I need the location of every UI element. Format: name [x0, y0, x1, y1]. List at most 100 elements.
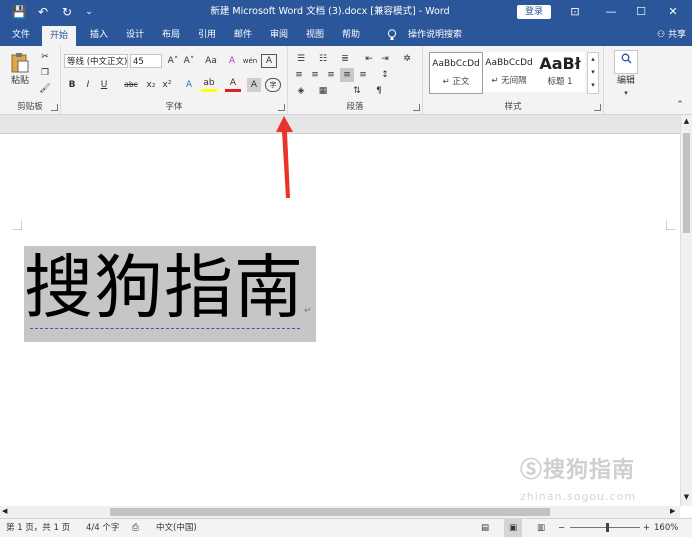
web-layout-icon[interactable]: ▥ [534, 519, 548, 537]
chinese-layout-icon[interactable]: ✲ [398, 52, 416, 66]
minimize-button[interactable]: — [596, 0, 626, 24]
status-word-count[interactable]: 4/4 个字 [86, 519, 119, 537]
scroll-up-icon[interactable]: ▲ [682, 117, 691, 125]
line-spacing-icon[interactable]: ↕ [376, 68, 394, 82]
numbering-icon[interactable]: ☷ [314, 52, 332, 66]
tell-me-search[interactable]: 操作说明搜索 [402, 24, 468, 46]
change-case-icon[interactable]: Aa [201, 54, 221, 68]
horizontal-scroll-thumb[interactable] [110, 508, 550, 516]
tab-view[interactable]: 视图 [300, 24, 330, 46]
print-layout-icon[interactable]: ▣ [504, 519, 522, 537]
font-name-combo[interactable]: 等线 (中文正文) [64, 54, 128, 68]
chevron-down-icon[interactable]: ▾ [608, 86, 644, 100]
borders-icon[interactable]: ▦ [314, 84, 332, 98]
status-language[interactable]: 中文(中国) [156, 519, 197, 537]
tab-home[interactable]: 开始 [42, 26, 76, 46]
font-group-label: 字体 [165, 102, 183, 112]
grow-font-icon[interactable]: A˄ [165, 54, 181, 68]
style-heading-1[interactable]: AaBł 标题 1 [535, 52, 585, 92]
paragraph-launcher-icon[interactable] [413, 104, 420, 111]
zoom-slider-thumb[interactable] [606, 523, 609, 532]
vertical-scrollbar[interactable]: ▲ ▼ [680, 115, 692, 506]
tab-help[interactable]: 帮助 [336, 24, 366, 46]
font-size-combo[interactable]: 45 [130, 54, 162, 68]
shrink-font-icon[interactable]: A˅ [181, 54, 197, 68]
window-title: 新建 Microsoft Word 文档 (3).docx [兼容模式] - W… [210, 6, 450, 17]
horizontal-scrollbar[interactable]: ◀ ▶ [0, 506, 680, 518]
tab-references[interactable]: 引用 [192, 24, 222, 46]
character-border-icon[interactable]: A [261, 54, 277, 68]
tab-review[interactable]: 审阅 [264, 24, 294, 46]
status-page[interactable]: 第 1 页，共 1 页 [6, 519, 70, 537]
highlight-color-icon[interactable]: ab [201, 78, 217, 92]
styles-gallery-scroll[interactable]: ▴ ▾ ▾ [587, 52, 599, 94]
text-effects-icon[interactable]: A [181, 78, 197, 92]
font-color-icon[interactable]: A [225, 78, 241, 92]
enclose-characters-icon[interactable]: 字 [265, 78, 281, 92]
character-shading-icon[interactable]: A [247, 78, 261, 92]
format-painter-icon[interactable]: 🖌 [38, 82, 52, 96]
zoom-level[interactable]: 160% [654, 519, 678, 537]
close-button[interactable]: ✕ [658, 0, 688, 24]
undo-icon[interactable]: ↶ [34, 0, 52, 24]
sort-icon[interactable]: ⇅ [348, 84, 366, 98]
document-text[interactable]: 搜狗指南 [24, 249, 304, 327]
share-button[interactable]: ⚇ 共享 [657, 24, 686, 46]
multilevel-list-icon[interactable]: ≣ [336, 52, 354, 66]
read-mode-icon[interactable]: ▤ [478, 519, 492, 537]
zoom-slider[interactable] [570, 519, 640, 537]
superscript-button[interactable]: x² [159, 78, 175, 92]
show-marks-icon[interactable]: ¶ [372, 84, 386, 98]
status-bar: 第 1 页，共 1 页 4/4 个字 ⎙ 中文(中国) ▤ ▣ ▥ − + 16… [0, 518, 692, 537]
copy-icon[interactable]: ❐ [38, 66, 52, 80]
increase-indent-icon[interactable]: ⇥ [378, 52, 392, 66]
style-sample: AaBł [539, 54, 581, 73]
strikethrough-button[interactable]: abc [121, 78, 141, 92]
search-icon[interactable] [614, 50, 638, 74]
clipboard-launcher-icon[interactable] [51, 104, 58, 111]
scroll-left-icon[interactable]: ◀ [2, 507, 7, 515]
customize-quick-access-icon[interactable]: ⌄ [80, 0, 98, 24]
clear-formatting-icon[interactable]: A [225, 54, 239, 68]
bullets-icon[interactable]: ☰ [292, 52, 310, 66]
paste-label[interactable]: 粘贴 [6, 74, 34, 88]
paste-icon[interactable] [8, 52, 32, 74]
sogou-logo-icon: Ⓢ [520, 458, 544, 483]
clipboard-group: 粘贴 ✂ ❐ 🖌 剪贴板 [0, 46, 61, 114]
align-center-icon[interactable]: ≡ [308, 68, 322, 82]
shading-icon[interactable]: ◈ [292, 84, 310, 98]
vertical-scroll-thumb[interactable] [683, 133, 690, 233]
scroll-right-icon[interactable]: ▶ [670, 507, 675, 515]
zoom-out-button[interactable]: − [558, 519, 565, 537]
italic-button[interactable]: I [81, 78, 95, 92]
tab-mailings[interactable]: 邮件 [228, 24, 258, 46]
distributed-icon[interactable]: ≡ [356, 68, 370, 82]
watermark-url: zhinan.sogou.com [520, 490, 637, 503]
redo-icon[interactable]: ↻ [58, 0, 76, 24]
tab-file[interactable]: 文件 [6, 24, 36, 46]
bold-button[interactable]: B [65, 78, 79, 92]
decrease-indent-icon[interactable]: ⇤ [362, 52, 376, 66]
subscript-button[interactable]: x₂ [143, 78, 159, 92]
ribbon-display-options-icon[interactable]: ⊡ [560, 0, 590, 24]
proofing-icon[interactable]: ⎙ [132, 519, 139, 537]
styles-launcher-icon[interactable] [594, 104, 601, 111]
login-button[interactable]: 登录 [517, 5, 551, 19]
align-left-icon[interactable]: ≡ [292, 68, 306, 82]
phonetic-guide-icon[interactable]: wén [241, 54, 259, 68]
tab-layout[interactable]: 布局 [156, 24, 186, 46]
scroll-down-icon[interactable]: ▼ [682, 493, 691, 501]
lightbulb-icon [384, 24, 400, 46]
save-icon[interactable]: 💾 [10, 0, 28, 24]
maximize-button[interactable]: ☐ [626, 0, 656, 24]
cut-icon[interactable]: ✂ [38, 50, 52, 64]
zoom-in-button[interactable]: + [643, 519, 650, 537]
collapse-ribbon-icon[interactable]: ⌃ [674, 98, 686, 112]
style-no-spacing[interactable]: AaBbCcDd ↵ 无间隔 [483, 52, 535, 92]
tab-design[interactable]: 设计 [120, 24, 150, 46]
justify-icon[interactable]: ≡ [340, 68, 354, 82]
align-right-icon[interactable]: ≡ [324, 68, 338, 82]
underline-button[interactable]: U [97, 78, 111, 92]
style-normal[interactable]: AaBbCcDd ↵ 正文 [429, 52, 483, 94]
tab-insert[interactable]: 插入 [84, 24, 114, 46]
